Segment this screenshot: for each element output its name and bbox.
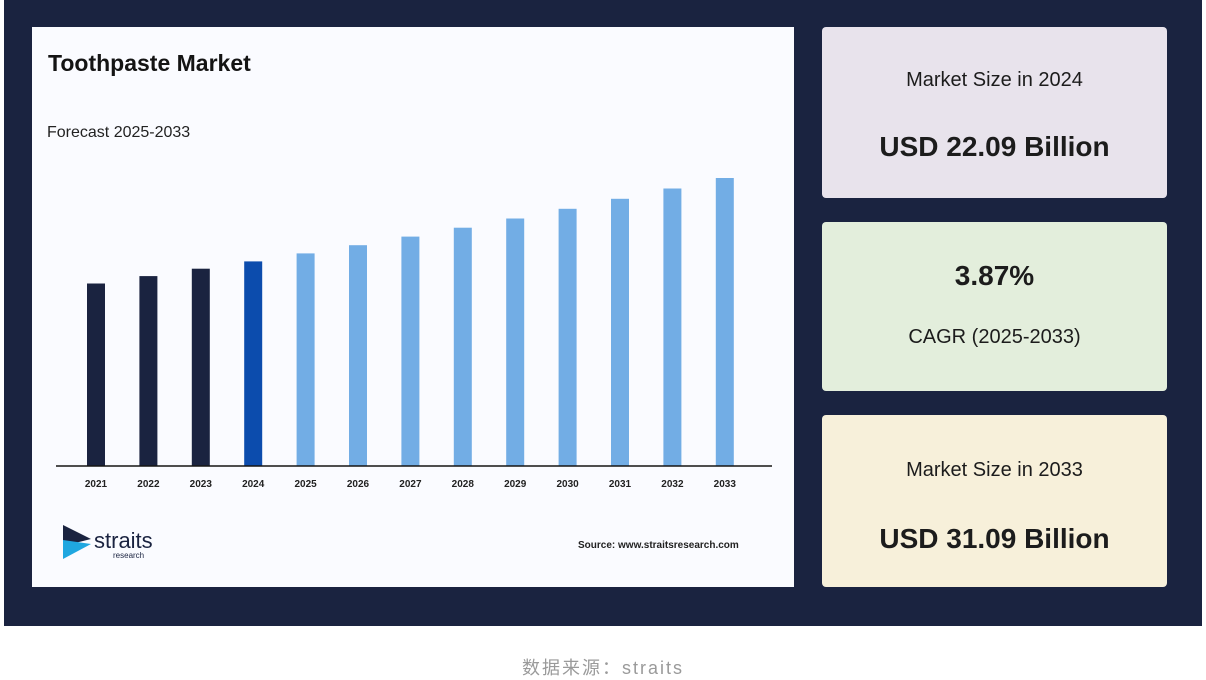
bar-2028 [453, 227, 472, 466]
market-size-2033-card: Market Size in 2033 USD 31.09 Billion [822, 415, 1167, 587]
market-size-2033-value: USD 31.09 Billion [879, 523, 1110, 554]
bar-2027 [401, 236, 420, 466]
tick-label-2030: 2030 [556, 479, 579, 490]
logo-subtext: research [113, 551, 145, 560]
source-note: Source: www.straitsresearch.com [578, 540, 739, 551]
tick-label-2023: 2023 [190, 479, 213, 490]
bar-2022 [139, 276, 158, 466]
tick-label-2022: 2022 [137, 479, 160, 490]
market-size-2024-value: USD 22.09 Billion [879, 131, 1110, 162]
bar-2031 [611, 198, 629, 467]
bars-group [87, 178, 734, 467]
tick-label-2021: 2021 [85, 479, 108, 490]
cagr-label: CAGR (2025-2033) [908, 326, 1081, 348]
bar-2029 [506, 218, 525, 466]
bar-2032 [663, 188, 682, 466]
tick-label-2026: 2026 [347, 479, 370, 490]
tick-label-2031: 2031 [609, 479, 632, 490]
bar-2030 [558, 208, 577, 467]
straits-logo-icon [63, 525, 91, 559]
tick-label-2028: 2028 [452, 479, 475, 490]
tick-label-2027: 2027 [399, 479, 422, 490]
tick-label-2029: 2029 [504, 479, 527, 490]
bar-2026 [349, 245, 367, 466]
tick-label-2033: 2033 [714, 479, 737, 490]
tick-labels-group: 2021 2022 2023 2024 2025 2026 2027 2028 2029 2030… [85, 479, 736, 490]
bar-2023 [191, 268, 210, 466]
tick-label-2032: 2032 [661, 479, 684, 490]
market-size-2033-label: Market Size in 2033 [906, 459, 1083, 481]
bar-2021 [87, 283, 105, 466]
source-caption: 数据来源：straits [521, 658, 684, 678]
cagr-value: 3.87% [954, 260, 1035, 291]
bar-2024 [244, 261, 263, 466]
bar-2033 [715, 178, 734, 466]
tick-label-2024: 2024 [242, 479, 265, 490]
cagr-card: 3.87% CAGR (2025-2033) [822, 222, 1167, 391]
chart-title: Toothpaste Market [48, 50, 251, 76]
bar-2025 [296, 253, 315, 466]
market-size-2024-card: Market Size in 2024 USD 22.09 Billion [822, 27, 1167, 198]
chart-subtitle: Forecast 2025-2033 [47, 124, 191, 141]
tick-label-2025: 2025 [294, 479, 317, 490]
market-size-2024-label: Market Size in 2024 [906, 69, 1083, 91]
